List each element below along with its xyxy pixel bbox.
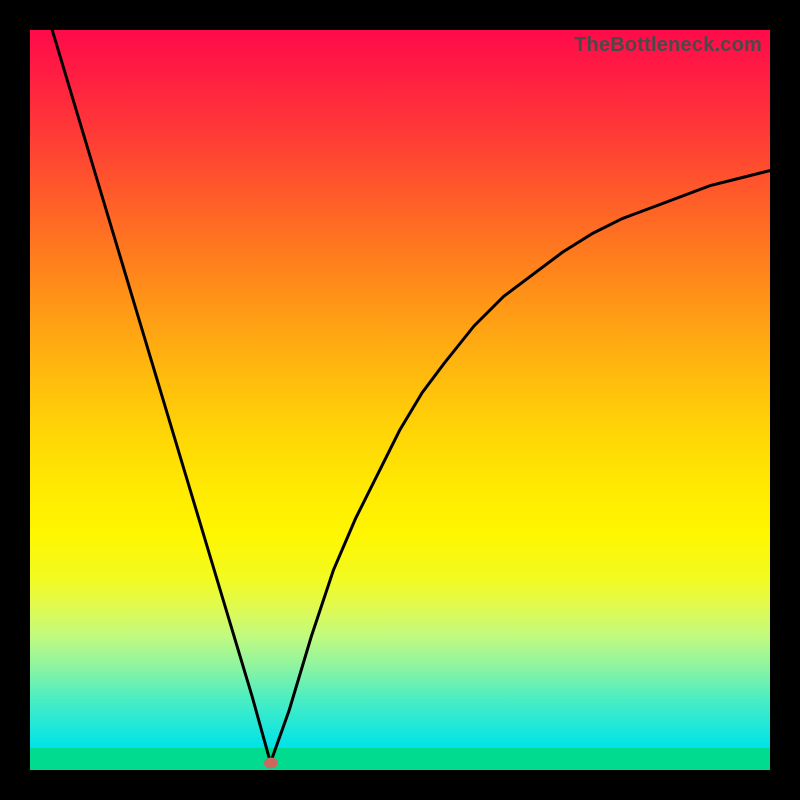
bottleneck-curve (30, 30, 770, 770)
watermark-text: TheBottleneck.com (574, 34, 762, 57)
chart-frame: TheBottleneck.com (0, 0, 800, 800)
minimum-marker (264, 757, 278, 768)
plot-area: TheBottleneck.com (30, 30, 770, 770)
